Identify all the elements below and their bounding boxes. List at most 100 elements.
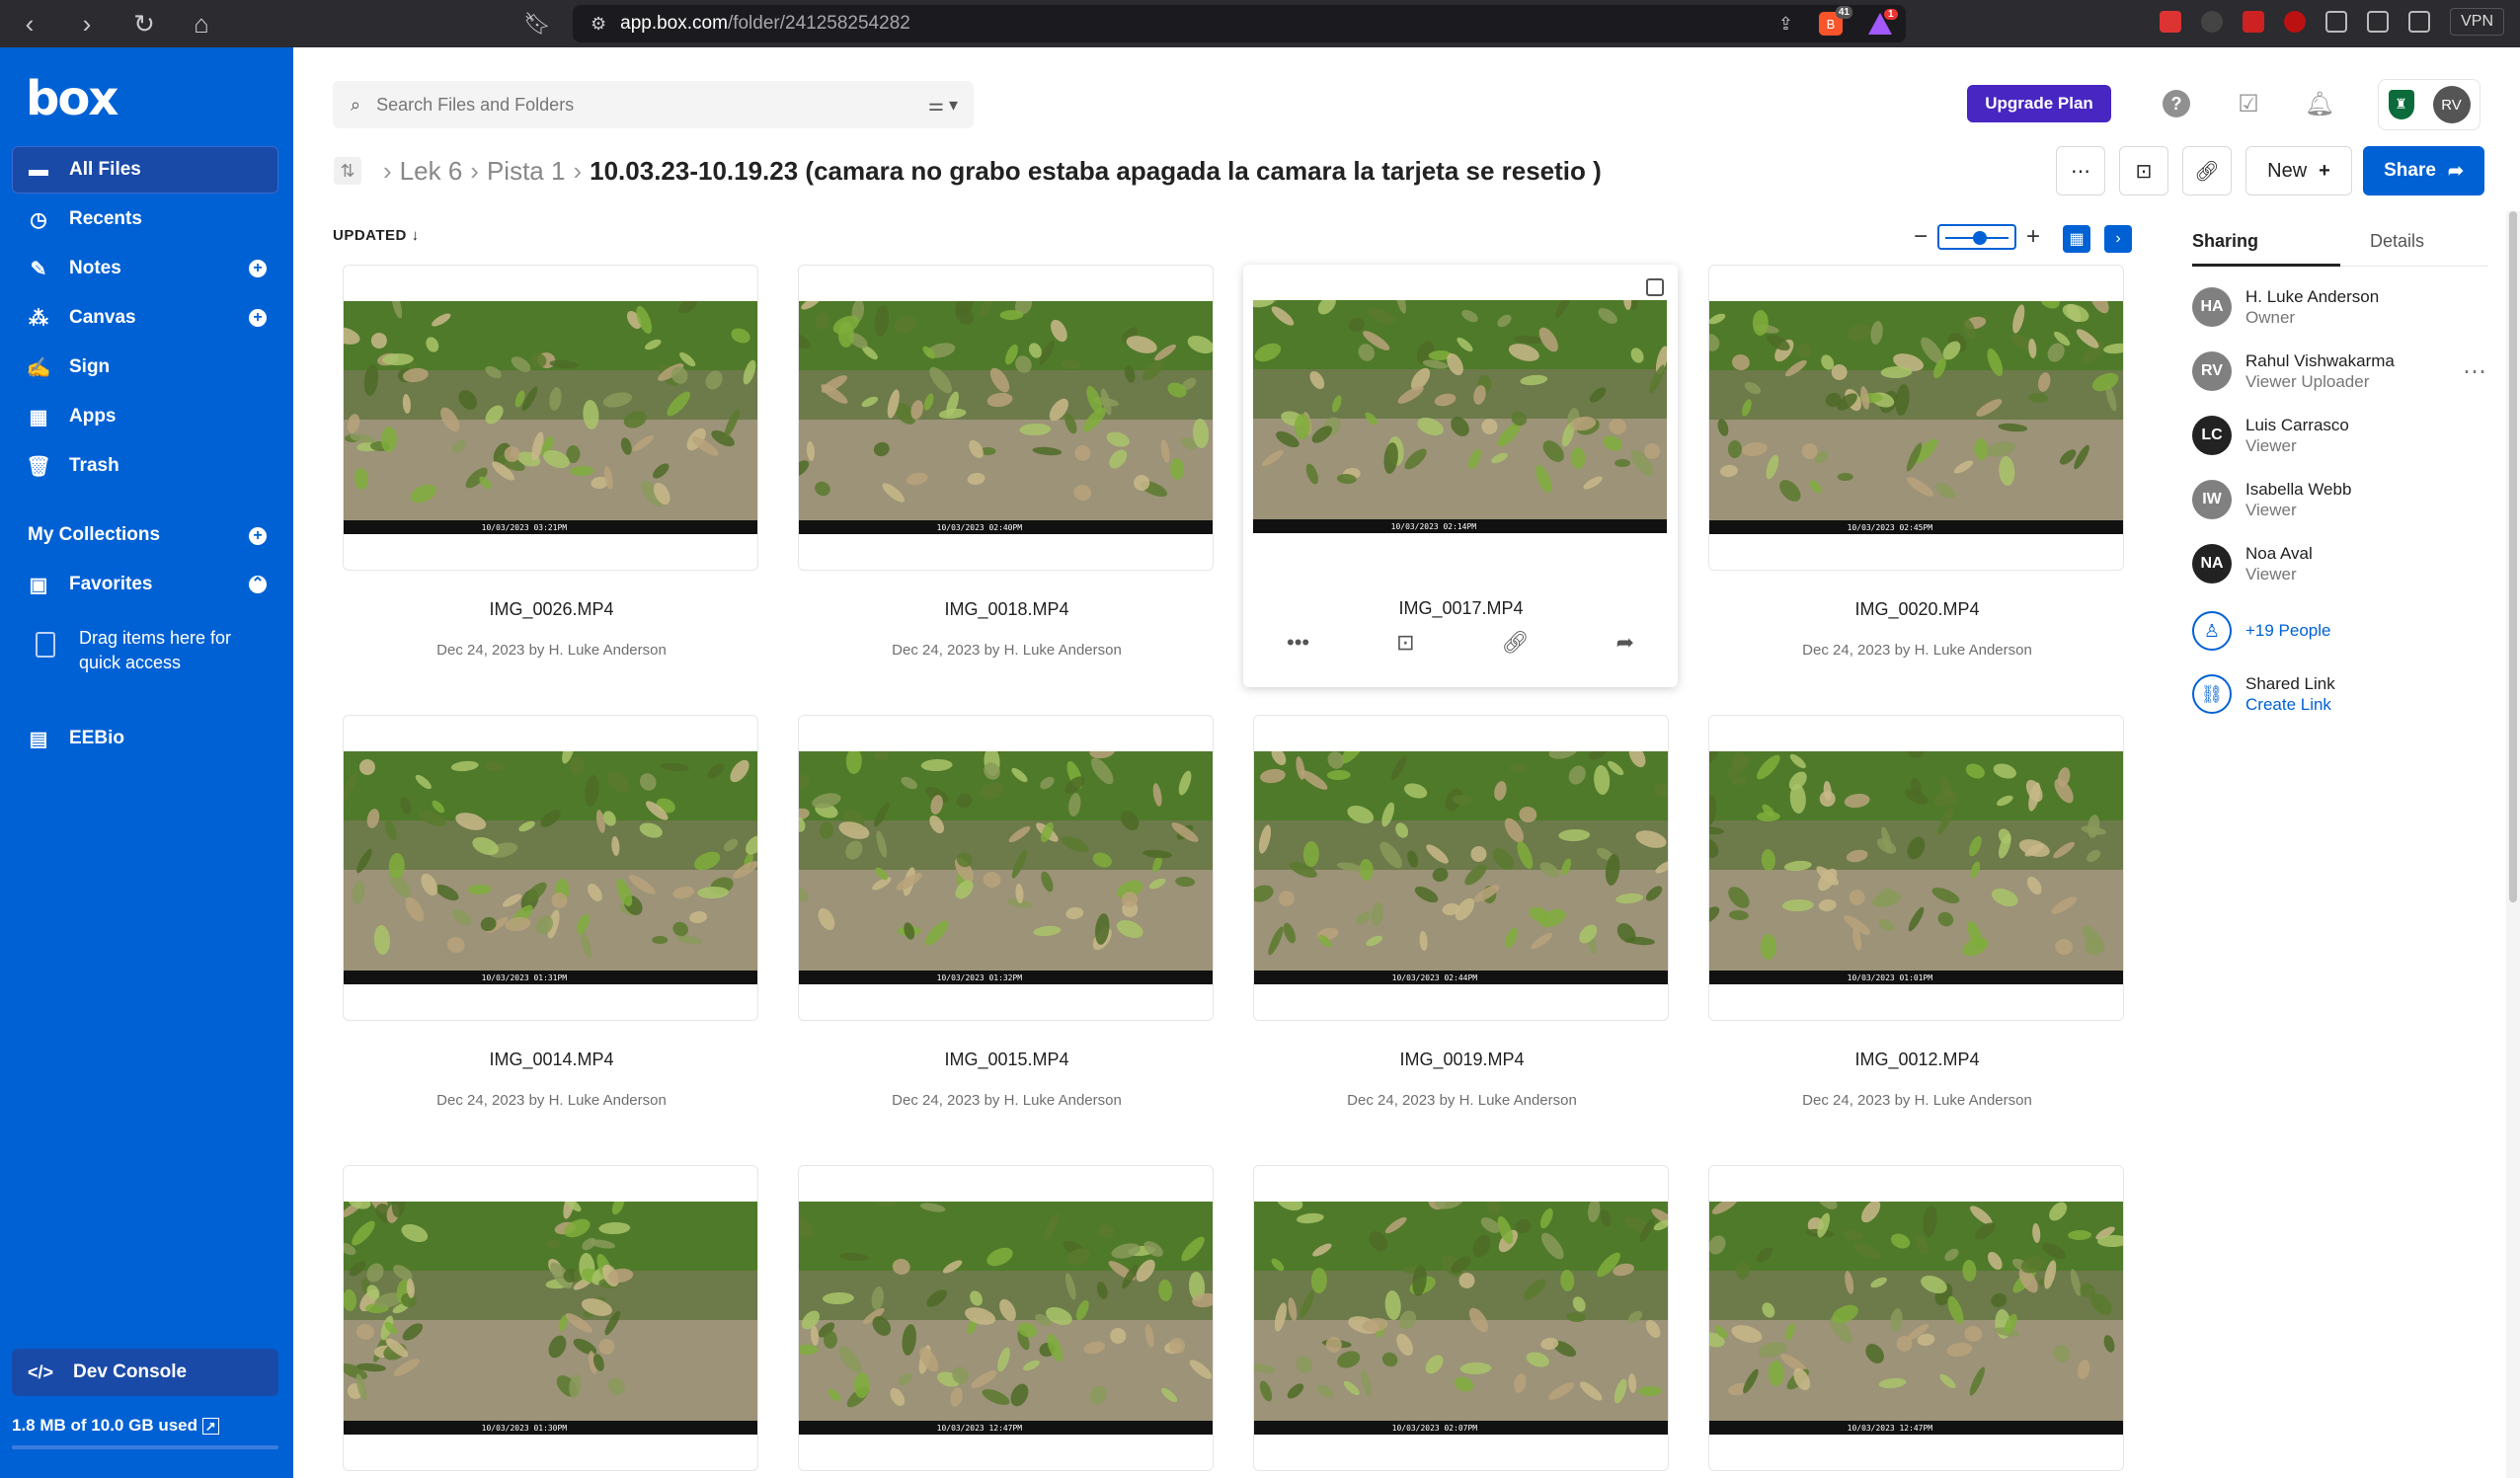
file-card[interactable]: 10/03/2023 01:32PM IMG_0015.MP4 Dec 24, …: [798, 715, 1214, 1109]
collaborator-row[interactable]: IW Isabella Webb Viewer: [2192, 479, 2351, 520]
file-card[interactable]: 10/03/2023 02:45PM IMG_0020.MP4 Dec 24, …: [1708, 265, 2124, 659]
file-name[interactable]: IMG_0015.MP4: [799, 1050, 1215, 1070]
breadcrumb-lek-6[interactable]: Lek 6: [400, 156, 463, 187]
back-icon[interactable]: ‹: [18, 9, 41, 39]
file-card[interactable]: 10/03/2023 02:07PM: [1253, 1165, 1669, 1471]
video-thumbnail[interactable]: 10/03/2023 01:31PM: [344, 751, 757, 984]
video-thumbnail[interactable]: 10/03/2023 02:07PM: [1254, 1202, 1668, 1435]
select-checkbox[interactable]: [1646, 278, 1664, 296]
site-settings-icon[interactable]: ⚙: [591, 14, 606, 35]
file-card[interactable]: 10/03/2023 02:40PM IMG_0018.MP4 Dec 24, …: [798, 265, 1214, 659]
search-bar[interactable]: ⌕ Search Files and Folders ⚌ ▾: [333, 81, 974, 128]
file-card[interactable]: 10/03/2023 02:14PM IMG_0017.MP4 ••• ⊡ 🔗︎…: [1243, 265, 1678, 687]
sidebar-toggle-icon[interactable]: [2367, 11, 2390, 33]
search-filter-icon[interactable]: ⚌ ▾: [928, 95, 958, 116]
sidebar-item-all-files[interactable]: ▬ All Files: [12, 146, 278, 194]
more-options-button[interactable]: ⋯: [2056, 146, 2105, 195]
folder-tree-icon[interactable]: ⇅: [334, 157, 361, 185]
video-thumbnail[interactable]: 10/03/2023 02:14PM: [1253, 300, 1667, 533]
sidebar-item-sign[interactable]: ✍ Sign: [12, 344, 278, 391]
copy-link-button[interactable]: 🔗︎: [2182, 146, 2232, 195]
add-to-collection-icon[interactable]: ⊡: [1396, 630, 1414, 656]
file-name[interactable]: IMG_0019.MP4: [1254, 1050, 1670, 1070]
video-thumbnail[interactable]: 10/03/2023 03:21PM: [344, 301, 757, 534]
tab-details[interactable]: Details: [2340, 227, 2488, 266]
sidebar-item-canvas[interactable]: ⁂ Canvas +: [12, 294, 278, 342]
brave-rewards-icon[interactable]: 1: [1868, 9, 1898, 35]
create-link-button[interactable]: Create Link: [2245, 694, 2335, 715]
thumbnail-size-slider[interactable]: [1937, 224, 2017, 250]
page-scrollbar[interactable]: [2506, 211, 2520, 1478]
vpn-button[interactable]: VPN: [2450, 8, 2504, 36]
video-thumbnail[interactable]: 10/03/2023 01:01PM: [1709, 751, 2123, 984]
extension-icon[interactable]: [2160, 11, 2182, 33]
grid-view-icon[interactable]: ▦: [2063, 225, 2090, 253]
sidebar-item-notes[interactable]: ✎ Notes +: [12, 245, 278, 292]
sidebar-item-eebio[interactable]: ▤ EEBio: [12, 715, 278, 762]
file-card[interactable]: 10/03/2023 01:01PM IMG_0012.MP4 Dec 24, …: [1708, 715, 2124, 1109]
add-note-icon[interactable]: +: [249, 260, 267, 277]
file-name[interactable]: IMG_0012.MP4: [1709, 1050, 2125, 1070]
add-canvas-icon[interactable]: +: [249, 309, 267, 327]
file-card[interactable]: 10/03/2023 01:30PM: [343, 1165, 758, 1471]
collaborator-row[interactable]: LC Luis Carrasco Viewer: [2192, 415, 2349, 456]
upgrade-plan-button[interactable]: Upgrade Plan: [1967, 85, 2111, 122]
zoom-out-icon[interactable]: −: [1914, 223, 1928, 251]
video-thumbnail[interactable]: 10/03/2023 02:45PM: [1709, 301, 2123, 534]
help-button[interactable]: ?: [2162, 89, 2191, 118]
bookmark-icon[interactable]: 🔖︎: [523, 11, 551, 37]
file-card[interactable]: 10/03/2023 12:47PM: [1708, 1165, 2124, 1471]
box-logo[interactable]: box: [26, 71, 118, 126]
file-name[interactable]: IMG_0018.MP4: [799, 599, 1215, 620]
wallet-icon[interactable]: [2408, 11, 2431, 33]
sidebar-item-favorites[interactable]: ▣ Favorites ⌃: [12, 561, 278, 608]
extension-icon[interactable]: [2284, 11, 2307, 33]
brave-shield-icon[interactable]: B 41: [1819, 6, 1852, 36]
breadcrumb-pista-1[interactable]: Pista 1: [487, 156, 566, 187]
sidebar-item-recents[interactable]: ◷ Recents: [12, 195, 278, 243]
extension-icon[interactable]: [2201, 11, 2224, 33]
video-thumbnail[interactable]: 10/03/2023 01:30PM: [344, 1202, 757, 1435]
new-button[interactable]: New +: [2245, 146, 2352, 195]
file-card[interactable]: 10/03/2023 12:47PM: [798, 1165, 1214, 1471]
collaborator-row[interactable]: RV Rahul Vishwakarma Viewer Uploader: [2192, 350, 2395, 392]
video-thumbnail[interactable]: 10/03/2023 12:47PM: [799, 1202, 1213, 1435]
home-icon[interactable]: ⌂: [190, 9, 213, 39]
my-collections-heading[interactable]: My Collections: [28, 524, 160, 546]
collapse-favorites-icon[interactable]: ⌃: [249, 576, 267, 593]
storage-usage[interactable]: 1.8 MB of 10.0 GB used ↗: [12, 1416, 219, 1436]
more-people-link[interactable]: ♙ +19 People: [2192, 611, 2331, 651]
video-thumbnail[interactable]: 10/03/2023 01:32PM: [799, 751, 1213, 984]
collaborator-row[interactable]: NA Noa Aval Viewer: [2192, 543, 2313, 584]
sidebar-item-apps[interactable]: ▦ Apps: [12, 393, 278, 440]
video-thumbnail[interactable]: 10/03/2023 12:47PM: [1709, 1202, 2123, 1435]
dev-console-button[interactable]: </> Dev Console: [12, 1349, 278, 1396]
file-name[interactable]: IMG_0026.MP4: [344, 599, 759, 620]
forward-icon[interactable]: ›: [75, 9, 99, 39]
share-icon[interactable]: ➦: [1616, 630, 1634, 656]
tasks-icon[interactable]: ☑: [2234, 89, 2263, 118]
sort-updated-button[interactable]: UPDATED ↓: [333, 227, 420, 244]
video-thumbnail[interactable]: 10/03/2023 02:40PM: [799, 301, 1213, 534]
sidebar-item-trash[interactable]: 🗑︎ Trash: [12, 442, 278, 490]
favorites-drop-zone[interactable]: Drag items here for quick access: [36, 626, 247, 675]
toggle-sidebar-icon[interactable]: ›: [2104, 225, 2132, 253]
file-name[interactable]: IMG_0014.MP4: [344, 1050, 759, 1070]
extension-icon[interactable]: [2243, 11, 2265, 33]
tab-sharing[interactable]: Sharing: [2192, 227, 2340, 267]
file-name[interactable]: IMG_0020.MP4: [1709, 599, 2125, 620]
reload-icon[interactable]: ↻: [132, 9, 156, 39]
collaborator-more-icon[interactable]: ⋯: [2463, 357, 2486, 386]
account-menu[interactable]: ♜ RV: [2378, 79, 2481, 130]
file-card[interactable]: 10/03/2023 01:31PM IMG_0014.MP4 Dec 24, …: [343, 715, 758, 1109]
notifications-bell-icon[interactable]: 🔔︎: [2305, 89, 2334, 118]
copy-link-icon[interactable]: 🔗︎: [1502, 630, 1530, 656]
video-thumbnail[interactable]: 10/03/2023 02:44PM: [1254, 751, 1668, 984]
zoom-in-icon[interactable]: +: [2026, 223, 2040, 251]
file-card[interactable]: 10/03/2023 02:44PM IMG_0019.MP4 Dec 24, …: [1253, 715, 1669, 1109]
address-bar[interactable]: 🔖︎ ⚙ app.box.com/folder/241258254282 ⇪ B…: [523, 5, 1906, 42]
file-card[interactable]: 10/03/2023 03:21PM IMG_0026.MP4 Dec 24, …: [343, 265, 758, 659]
file-name[interactable]: IMG_0017.MP4: [1253, 598, 1669, 619]
puzzle-icon[interactable]: [2325, 11, 2348, 33]
share-button[interactable]: Share ➦: [2363, 146, 2484, 195]
